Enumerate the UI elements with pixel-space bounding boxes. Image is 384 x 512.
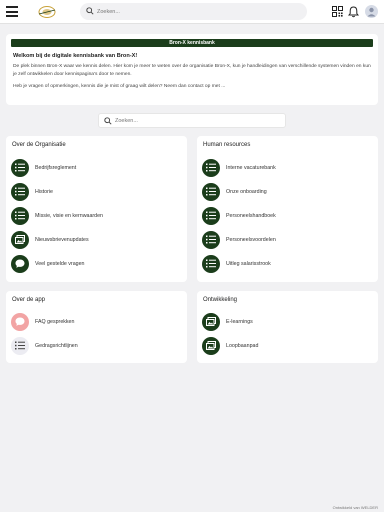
top-search-input[interactable] — [97, 5, 297, 18]
avatar[interactable] — [365, 5, 378, 18]
section-title: Over de Organisatie — [12, 142, 66, 148]
top-bar — [0, 0, 384, 24]
list-item-label: Missie, visie en kernwaarden — [35, 212, 104, 219]
footer-credit[interactable]: Ontwikkeld van WELDER — [333, 505, 378, 510]
bell-icon[interactable] — [348, 6, 359, 18]
list-item-historie[interactable]: Historie — [11, 182, 181, 201]
images-icon — [202, 336, 220, 355]
search-icon — [104, 117, 112, 125]
welcome-banner: Bron-X kennisbank — [11, 39, 373, 47]
list-item-label: Interne vacaturebank — [226, 164, 276, 171]
list-item-onboarding[interactable]: Onze onboarding — [202, 182, 372, 201]
welcome-title: Welkom bij de digitale kennisbank van Br… — [13, 53, 138, 59]
bron-x-logo[interactable] — [25, 5, 57, 19]
chat-icon — [11, 312, 29, 331]
list-icon — [11, 336, 29, 355]
welcome-contact-text: Heb je vragen of opmerkingen, kennis die… — [13, 84, 226, 89]
list-icon — [11, 206, 29, 225]
section-human-resources: Human resources Interne vacaturebank Onz… — [197, 136, 378, 282]
list-item-label: Personeelsvoordelen — [226, 236, 276, 243]
list-item-label: E-learnings — [226, 318, 253, 325]
list-icon — [202, 230, 220, 249]
list-item-faq-gesprekken[interactable]: FAQ gesprekken — [11, 312, 181, 331]
list-item-bedrijfsreglement[interactable]: Bedrijfsreglement — [11, 158, 181, 177]
list-icon — [202, 182, 220, 201]
list-icon — [11, 182, 29, 201]
list-item-label: Personeelshandboek — [226, 212, 276, 219]
user-icon — [367, 7, 376, 17]
list-item-label: Historie — [35, 188, 53, 195]
list-icon — [11, 158, 29, 177]
images-icon — [202, 312, 220, 331]
section-title: Ontwikkeling — [203, 297, 238, 303]
chat-icon — [11, 254, 29, 273]
search-icon — [86, 7, 94, 15]
list-icon — [202, 206, 220, 225]
list-item-label: Uitleg salarisstrook — [226, 260, 271, 267]
qr-code-icon[interactable] — [332, 6, 343, 17]
list-item-label: Nieuwsbrievenupdates — [35, 236, 89, 243]
list-item-label: Veel gestelde vragen — [35, 260, 85, 267]
section-title: Over de app — [12, 297, 46, 303]
list-item-loopbaanpad[interactable]: Loopbaanpad — [202, 336, 372, 355]
menu-icon[interactable] — [6, 6, 18, 17]
kennisbank-search-input[interactable] — [115, 115, 280, 126]
welcome-card: Bron-X kennisbank Welkom bij de digitale… — [6, 34, 378, 105]
section-title: Human resources — [203, 142, 251, 148]
list-item-salarisstrook[interactable]: Uitleg salarisstrook — [202, 254, 372, 273]
top-search-bar[interactable] — [80, 3, 307, 20]
list-item-e-learnings[interactable]: E-learnings — [202, 312, 372, 331]
list-item-missie[interactable]: Missie, visie en kernwaarden — [11, 206, 181, 225]
list-item-nieuwsbrieven[interactable]: Nieuwsbrievenupdates — [11, 230, 181, 249]
kennisbank-search-bar[interactable] — [98, 113, 286, 128]
list-icon — [202, 158, 220, 177]
section-over-de-app: Over de app FAQ gesprekken Gedragsrichtl… — [6, 291, 187, 363]
list-item-label: Loopbaanpad — [226, 342, 259, 349]
list-item-personeelshandboek[interactable]: Personeelshandboek — [202, 206, 372, 225]
list-item-faq[interactable]: Veel gestelde vragen — [11, 254, 181, 273]
list-item-gedragsrichtlijnen[interactable]: Gedragsrichtlijnen — [11, 336, 181, 355]
list-item-label: Gedragsrichtlijnen — [35, 342, 78, 349]
section-over-de-organisatie: Over de Organisatie Bedrijfsreglement Hi… — [6, 136, 187, 282]
list-item-label: FAQ gesprekken — [35, 318, 75, 325]
welcome-paragraph: De plek binnen Bron-X waar we kennis del… — [13, 64, 371, 77]
section-ontwikkeling: Ontwikkeling E-learnings Loopbaanpad — [197, 291, 378, 363]
list-item-vacaturebank[interactable]: Interne vacaturebank — [202, 158, 372, 177]
list-item-label: Onze onboarding — [226, 188, 267, 195]
images-icon — [11, 230, 29, 249]
list-icon — [202, 254, 220, 273]
list-item-personeelsvoordelen[interactable]: Personeelsvoordelen — [202, 230, 372, 249]
list-item-label: Bedrijfsreglement — [35, 164, 77, 171]
